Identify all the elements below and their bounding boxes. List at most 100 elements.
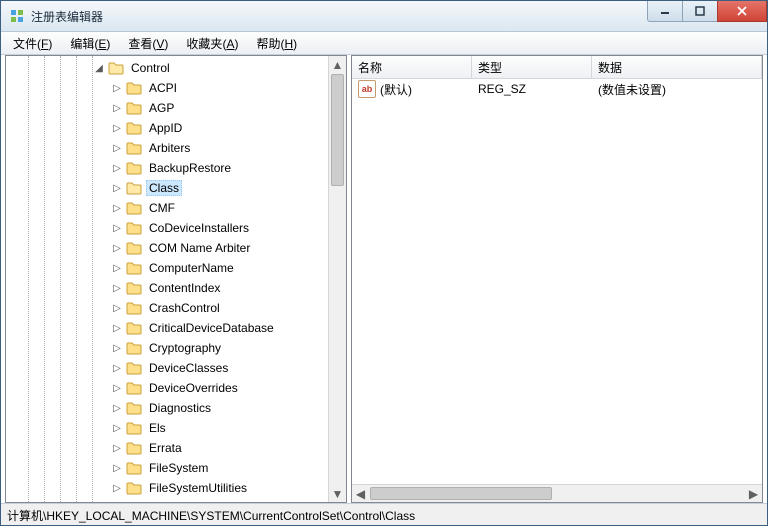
folder-icon (126, 161, 142, 175)
folder-icon (126, 201, 142, 215)
tree-node-label: AppID (146, 120, 185, 136)
expander-icon[interactable]: ◢ (92, 63, 106, 74)
expander-icon[interactable]: ▷ (110, 303, 124, 314)
list-body[interactable]: ab(默认)REG_SZ(数值未设置) (352, 79, 762, 484)
folder-icon (126, 441, 142, 455)
folder-icon (126, 121, 142, 135)
minimize-button[interactable] (647, 1, 683, 22)
scroll-left-icon[interactable]: ◀ (352, 485, 369, 502)
menubar: 文件(F) 编辑(E) 查看(V) 收藏夹(A) 帮助(H) (1, 32, 767, 55)
menu-file[interactable]: 文件(F) (5, 33, 60, 54)
expander-icon[interactable]: ▷ (110, 163, 124, 174)
tree-node[interactable]: ▷AGP (6, 98, 329, 118)
folder-icon (126, 81, 142, 95)
tree-node[interactable]: ▷ContentIndex (6, 278, 329, 298)
close-button[interactable] (717, 1, 767, 22)
scroll-thumb[interactable] (370, 487, 552, 500)
folder-icon (126, 361, 142, 375)
tree-node[interactable]: ▷ AppID (6, 118, 329, 138)
tree-node-label: ACPI (146, 80, 180, 96)
tree-node-label: DeviceClasses (146, 360, 231, 376)
tree-node-label: Arbiters (146, 140, 193, 156)
column-header-data[interactable]: 数据 (592, 56, 762, 78)
tree-node[interactable]: ▷ Errata (6, 438, 329, 458)
tree-node[interactable]: ▷FileSystemUtilities (6, 478, 329, 498)
tree-node-label: Control (128, 60, 173, 76)
window-controls (648, 1, 767, 22)
scroll-up-icon[interactable]: ▲ (329, 56, 346, 73)
expander-icon[interactable]: ▷ (110, 323, 124, 334)
folder-icon (126, 321, 142, 335)
tree-node[interactable]: ▷ DeviceClasses (6, 358, 329, 378)
menu-favorites[interactable]: 收藏夹(A) (178, 33, 246, 54)
menu-view[interactable]: 查看(V) (120, 33, 176, 54)
tree-node-label: Class (146, 180, 182, 196)
list-scrollbar[interactable]: ◀ ▶ (352, 484, 762, 502)
scroll-down-icon[interactable]: ▼ (329, 485, 346, 502)
tree-node[interactable]: ▷ CMF (6, 198, 329, 218)
status-path: 计算机\HKEY_LOCAL_MACHINE\SYSTEM\CurrentCon… (7, 509, 415, 523)
tree-node[interactable]: ▷ CriticalDeviceDatabase (6, 318, 329, 338)
tree-node[interactable]: ▷ Arbiters (6, 138, 329, 158)
tree-node[interactable]: ▷CoDeviceInstallers (6, 218, 329, 238)
expander-icon[interactable]: ▷ (110, 403, 124, 414)
expander-icon[interactable]: ▷ (110, 383, 124, 394)
tree-node-label: CrashControl (146, 300, 223, 316)
tree-node-label: Errata (146, 440, 185, 456)
expander-icon[interactable]: ▷ (110, 423, 124, 434)
column-header-name[interactable]: 名称 (352, 56, 472, 78)
folder-icon (126, 261, 142, 275)
tree-node[interactable]: ▷ FileSystem (6, 458, 329, 478)
tree-node-label: COM Name Arbiter (146, 240, 253, 256)
tree-node-label: CriticalDeviceDatabase (146, 320, 277, 336)
column-header-type[interactable]: 类型 (472, 56, 592, 78)
expander-icon[interactable]: ▷ (110, 343, 124, 354)
folder-icon (126, 241, 142, 255)
tree-node-label: FileSystem (146, 460, 211, 476)
expander-icon[interactable]: ▷ (110, 83, 124, 94)
tree-node-label: ComputerName (146, 260, 237, 276)
tree-node[interactable]: ▷ CrashControl (6, 298, 329, 318)
tree-node[interactable]: ▷DeviceOverrides (6, 378, 329, 398)
maximize-button[interactable] (682, 1, 718, 22)
value-type: REG_SZ (472, 82, 592, 96)
tree-node[interactable]: ▷ ComputerName (6, 258, 329, 278)
expander-icon[interactable]: ▷ (110, 283, 124, 294)
titlebar[interactable]: 注册表编辑器 (1, 1, 767, 32)
folder-icon (126, 461, 142, 475)
expander-icon[interactable]: ▷ (110, 143, 124, 154)
tree-node[interactable]: ▷Els (6, 418, 329, 438)
expander-icon[interactable]: ▷ (110, 483, 124, 494)
list-row[interactable]: ab(默认)REG_SZ(数值未设置) (352, 79, 762, 99)
expander-icon[interactable]: ▷ (110, 123, 124, 134)
tree-node[interactable]: ▷Cryptography (6, 338, 329, 358)
expander-icon[interactable]: ▷ (110, 183, 124, 194)
menu-help[interactable]: 帮助(H) (248, 33, 305, 54)
expander-icon[interactable]: ▷ (110, 263, 124, 274)
expander-icon[interactable]: ▷ (110, 363, 124, 374)
tree-node[interactable]: ▷Diagnostics (6, 398, 329, 418)
expander-icon[interactable]: ▷ (110, 443, 124, 454)
expander-icon[interactable]: ▷ (110, 103, 124, 114)
folder-icon (126, 401, 142, 415)
tree-scrollbar[interactable]: ▲ ▼ (328, 56, 346, 502)
expander-icon[interactable]: ▷ (110, 243, 124, 254)
tree-node[interactable]: ▷ ACPI (6, 78, 329, 98)
tree[interactable]: ◢Control▷ACPI▷AGP▷AppID▷Arbiters▷BackupR… (6, 56, 329, 498)
tree-node-control[interactable]: ◢ Control (6, 58, 329, 78)
tree-node[interactable]: ▷ BackupRestore (6, 158, 329, 178)
tree-node-label: BackupRestore (146, 160, 234, 176)
registry-editor-window: 注册表编辑器 文件(F) 编辑(E) 查看(V) 收藏夹(A) 帮助(H) ◢ C… (0, 0, 768, 526)
body-area: ◢Control▷ACPI▷AGP▷AppID▷Arbiters▷BackupR… (5, 55, 763, 503)
expander-icon[interactable]: ▷ (110, 223, 124, 234)
scroll-thumb[interactable] (331, 74, 344, 186)
folder-icon (126, 101, 142, 115)
folder-icon (126, 141, 142, 155)
tree-node[interactable]: ▷ Class (6, 178, 329, 198)
scroll-right-icon[interactable]: ▶ (745, 485, 762, 502)
expander-icon[interactable]: ▷ (110, 203, 124, 214)
expander-icon[interactable]: ▷ (110, 463, 124, 474)
tree-node-label: CMF (146, 200, 178, 216)
tree-node[interactable]: ▷ COM Name Arbiter (6, 238, 329, 258)
menu-edit[interactable]: 编辑(E) (62, 33, 118, 54)
